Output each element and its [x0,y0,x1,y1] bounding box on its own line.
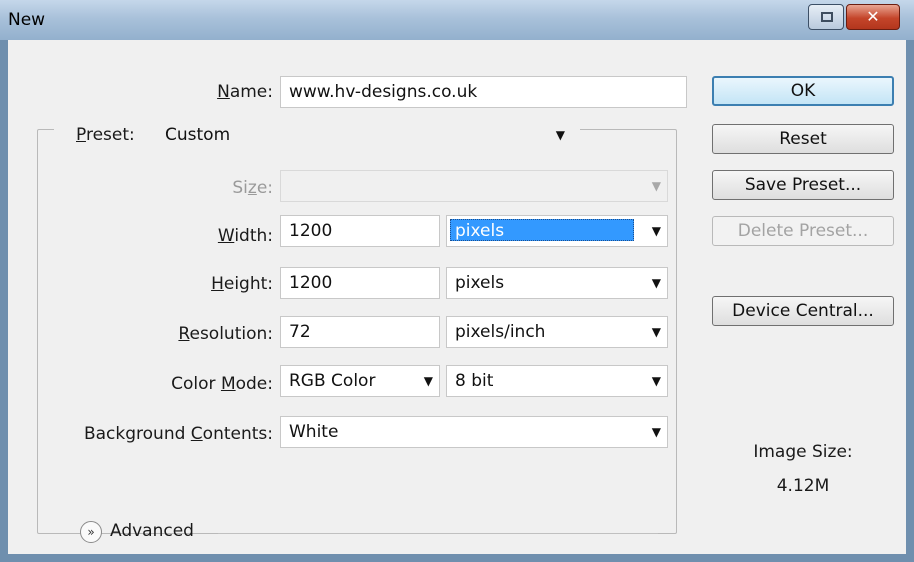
height-input[interactable]: 1200 [280,267,440,299]
preset-row: Preset: Custom ▼ [54,115,580,151]
width-unit-select[interactable]: pixels ▼ [446,215,668,247]
ok-button[interactable]: OK [712,76,894,106]
delete-preset-button: Delete Preset... [712,216,894,246]
height-unit-value: pixels [455,273,505,293]
image-size-label: Image Size: [753,442,853,462]
chevron-down-icon: ▼ [423,374,433,388]
reset-button[interactable]: Reset [712,124,894,154]
save-preset-label: Save Preset... [744,175,862,195]
resolution-unit-select[interactable]: pixels/inch ▼ [446,316,668,348]
color-mode-select[interactable]: RGB Color ▼ [280,365,440,397]
name-label: Name: [217,82,273,102]
color-mode-label: Color Mode: [171,374,273,394]
double-chevron-down-icon[interactable]: » [80,521,102,543]
color-mode-value: RGB Color [289,371,376,391]
window-title: New [8,10,46,30]
background-contents-value: White [289,422,339,442]
new-document-dialog: New ✕ Name: www.hv-designs.co.uk Preset:… [0,0,914,562]
title-bar[interactable]: New ✕ [0,0,914,40]
chevron-down-icon: ▼ [651,374,661,388]
resolution-label: Resolution: [178,324,273,344]
restore-button[interactable] [808,4,844,30]
background-contents-label: Background Contents: [83,424,273,444]
background-contents-select[interactable]: White ▼ [280,416,668,448]
advanced-divider [218,533,658,534]
chevron-down-icon: ▼ [651,224,661,238]
dialog-body: Name: www.hv-designs.co.uk Preset: Custo… [8,40,906,554]
preset-select[interactable]: Custom ▼ [156,119,572,151]
chevron-down-icon: ▼ [651,325,661,339]
name-input[interactable]: www.hv-designs.co.uk [280,76,687,108]
preset-value: Custom [165,125,231,145]
size-label: Size: [232,178,273,198]
width-label: Width: [217,226,273,246]
name-label-text: ame: [229,82,273,102]
close-icon: ✕ [866,7,880,26]
height-unit-select[interactable]: pixels ▼ [446,267,668,299]
width-unit-value: pixels [455,221,505,241]
close-button[interactable]: ✕ [846,4,900,30]
chevron-down-icon: ▼ [651,179,661,193]
advanced-label[interactable]: Advanced [110,521,194,541]
chevron-down-icon: ▼ [651,425,661,439]
save-preset-button[interactable]: Save Preset... [712,170,894,200]
resolution-input[interactable]: 72 [280,316,440,348]
height-label: Height: [211,274,273,294]
size-select: ▼ [280,170,668,202]
image-size-value: 4.12M [776,476,830,496]
width-input[interactable]: 1200 [280,215,440,247]
bit-depth-select[interactable]: 8 bit ▼ [446,365,668,397]
chevron-down-icon: ▼ [555,128,565,142]
device-central-button[interactable]: Device Central... [712,296,894,326]
preset-label: Preset: [76,125,135,145]
resolution-unit-value: pixels/inch [455,322,546,342]
restore-icon [821,12,833,22]
bit-depth-value: 8 bit [455,371,494,391]
chevron-down-icon: ▼ [651,276,661,290]
